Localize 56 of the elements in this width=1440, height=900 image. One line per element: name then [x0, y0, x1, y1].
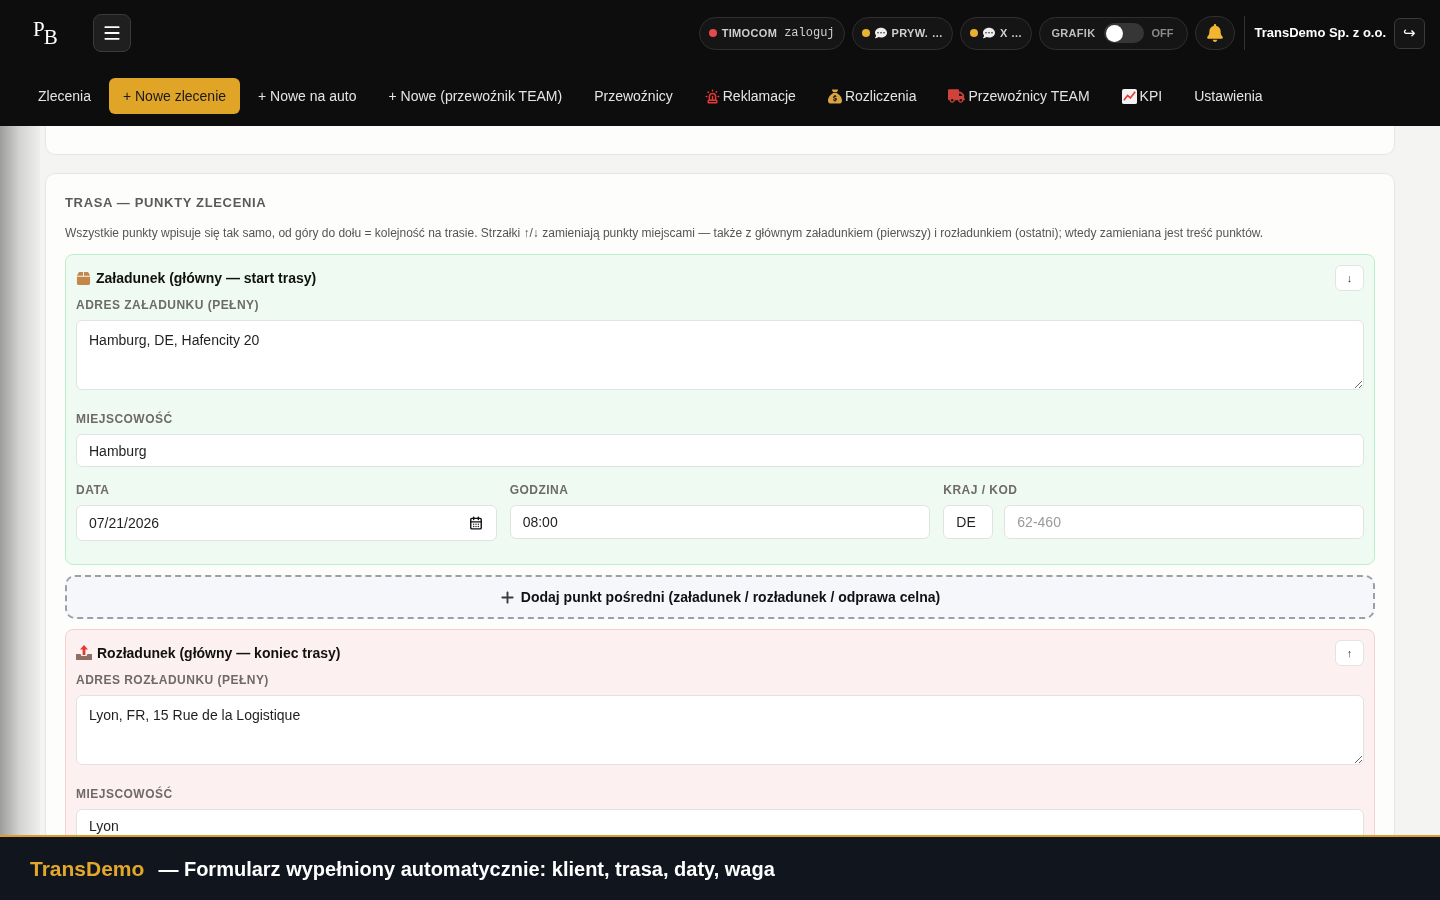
- address-textarea[interactable]: Hamburg, DE, Hafencity 20: [76, 320, 1364, 390]
- chat-pill[interactable]: PRYW. …: [851, 16, 953, 50]
- chat-pill[interactable]: X …: [960, 16, 1033, 50]
- menu-button[interactable]: [92, 14, 131, 52]
- bell-icon: [1205, 24, 1224, 42]
- tray-icon: [76, 645, 92, 661]
- address-textarea[interactable]: Lyon, FR, 15 Rue de la Logistique: [76, 695, 1364, 765]
- speech-bubble-icon: [874, 27, 887, 39]
- nav-tab[interactable]: Ustawienia: [1180, 78, 1277, 114]
- plus-icon: [499, 589, 515, 605]
- company-name: TransDemo Sp. z o.o.: [1254, 24, 1386, 43]
- banner-text: — Formularz wypełniony automatycznie: klient, trasa, daty, waga: [158, 856, 775, 882]
- toggle-switch[interactable]: [1103, 23, 1144, 43]
- field-label: MIEJSCOWOŚĆ: [76, 787, 174, 801]
- time-input[interactable]: 08:00: [509, 505, 931, 539]
- field-label: ADRES ROZŁADUNKU (PEŁNY): [76, 673, 270, 687]
- date-input[interactable]: 07/21/2026: [76, 505, 497, 541]
- money-bag-icon: [827, 88, 842, 104]
- package-icon: [76, 270, 91, 286]
- schedule-label: GRAFIK: [1051, 25, 1096, 41]
- nav-tab[interactable]: Przewoźnicy: [580, 78, 687, 114]
- field-label: MIEJSCOWOŚĆ: [76, 412, 174, 426]
- banner-brand: TransDemo: [30, 855, 145, 882]
- stop-title: Załadunek (główny — start trasy): [96, 268, 317, 288]
- nav-tab[interactable]: + Nowe (przewoźnik TEAM): [374, 78, 577, 114]
- move-button[interactable]: ↓: [1335, 265, 1364, 291]
- postcode-input[interactable]: 62-460: [1004, 505, 1364, 539]
- truck-icon: [948, 89, 966, 103]
- chart-icon: [1121, 88, 1137, 104]
- nav-tab[interactable]: KPI: [1107, 78, 1177, 114]
- speech-bubble-icon: [983, 27, 995, 39]
- section-title: TRASA — PUNKTY ZLECENIA: [65, 195, 268, 210]
- field-label: DATA: [76, 483, 111, 497]
- nav-tab[interactable]: Rozliczenia: [813, 78, 931, 114]
- toggle-state: OFF: [1151, 25, 1174, 41]
- city-input[interactable]: Lyon: [76, 809, 1364, 835]
- nav-tab[interactable]: Reklamacje: [690, 78, 810, 114]
- logo: PB: [33, 18, 58, 48]
- nav-tab[interactable]: + Nowe na auto: [244, 78, 371, 114]
- siren-icon: [704, 88, 720, 104]
- move-button[interactable]: ↑: [1335, 640, 1364, 666]
- nav-tab[interactable]: + Nowe zlecenie: [108, 78, 241, 114]
- add-stop-button[interactable]: Dodaj punkt pośredni (załadunek / rozładunek / odprawa celna): [65, 575, 1375, 619]
- nav-tab[interactable]: Zlecenia: [24, 78, 105, 114]
- city-input[interactable]: Hamburg: [76, 434, 1364, 467]
- logout-button[interactable]: ↪: [1394, 17, 1425, 49]
- nav-tab[interactable]: Przewoźnicy TEAM: [934, 78, 1104, 114]
- field-label: ADRES ZAŁADUNKU (PEŁNY): [76, 298, 261, 312]
- stop-title: Rozładunek (główny — koniec trasy): [97, 643, 341, 663]
- timocom-pill[interactable]: TIMOCOM zaloguj: [698, 16, 845, 50]
- country-input[interactable]: DE: [943, 505, 994, 539]
- notifications-button[interactable]: [1194, 16, 1235, 50]
- field-label: GODZINA: [509, 483, 570, 497]
- calendar-icon: [468, 516, 483, 530]
- field-label: KRAJ / KOD: [943, 483, 1019, 497]
- section-description: Wszystkie punkty wpisuje się tak samo, od góry do dołu = kolejność na trasie. Strzałki ↑/↓ zamieniają punkty miejscami — także z głównym załadunkiem (pierwszy) i rozładunkiem (ostatni); wtedy zamieniana jest treść punktów.: [65, 226, 1265, 240]
